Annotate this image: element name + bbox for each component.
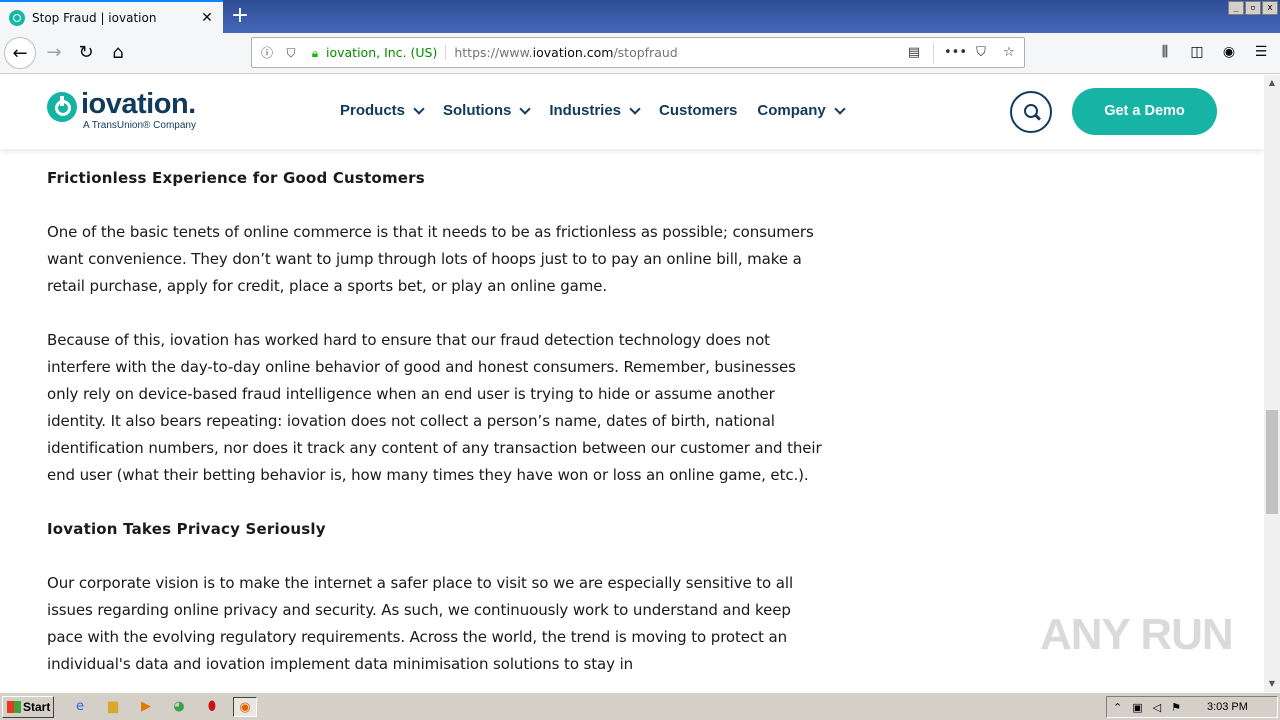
start-button[interactable]: Start [2, 696, 54, 718]
volume-icon[interactable]: ◁ [1153, 701, 1161, 714]
network-icon[interactable]: ▣ [1132, 701, 1142, 714]
media-player-icon[interactable]: ▶ [134, 697, 158, 717]
home-button[interactable]: ⌂ [102, 37, 134, 69]
new-tab-button[interactable]: + [226, 3, 254, 31]
back-button[interactable]: ← [4, 37, 36, 69]
scroll-up-icon[interactable]: ▲ [1264, 75, 1280, 91]
bookmark-star-icon[interactable]: ☆ [1000, 44, 1018, 62]
site-search-button[interactable] [1010, 91, 1052, 133]
menu-item-products[interactable]: Products [340, 102, 425, 119]
chevron-down-icon [629, 102, 641, 115]
action-center-flag-icon[interactable]: ⚑ [1171, 701, 1181, 714]
iovation-favicon-icon [9, 9, 25, 26]
firefox-icon[interactable]: ◉ [233, 697, 257, 717]
info-icon[interactable]: ⓘ [258, 44, 276, 62]
chevron-down-icon [413, 102, 425, 115]
chrome-icon[interactable]: ◕ [167, 697, 191, 717]
menu-icon[interactable]: ☰ [1252, 43, 1270, 61]
site-header: iovation. A TransUnion® Company Products… [0, 75, 1264, 149]
folder-icon[interactable]: ▆ [101, 697, 125, 717]
minimize-button[interactable]: _ [1228, 1, 1244, 15]
article-body: Frictionless Experience for Good Custome… [47, 165, 827, 692]
windows-flag-icon [7, 701, 21, 713]
reader-view-icon[interactable]: ▤ [905, 44, 923, 62]
pocket-icon[interactable]: ⛉ [972, 44, 990, 62]
site-identity[interactable]: iovation, Inc. (US) [326, 45, 447, 60]
lock-icon[interactable]: 🔒︎ [306, 44, 324, 62]
page-actions-icon[interactable]: ••• [944, 44, 967, 62]
clock[interactable]: 3:03 PM [1207, 701, 1248, 713]
windows-taskbar: Start e ▆ ▶ ◕ ⬮ ◉ ⌃ ▣ ◁ ⚑ 3:03 PM [0, 692, 1280, 720]
tray-expand-icon[interactable]: ⌃ [1113, 701, 1122, 714]
url-text[interactable]: https://www.iovation.com/stopfraud [454, 45, 905, 60]
menu-item-industries[interactable]: Industries [549, 102, 641, 119]
sidebar-icon[interactable]: ◫ [1188, 43, 1206, 61]
iovation-logo[interactable]: iovation. A TransUnion® Company [47, 88, 207, 136]
tab-close-icon[interactable]: ✕ [197, 8, 217, 28]
section-heading-privacy: Iovation Takes Privacy Seriously [47, 520, 326, 538]
scroll-down-icon[interactable]: ▼ [1264, 676, 1280, 692]
browser-tab-strip: Stop Fraud | iovation ✕ + _ ▫ x [0, 0, 1280, 33]
paragraph-2: Because of this, iovation has worked har… [47, 331, 822, 484]
page-scrollbar[interactable]: ▲ ▼ [1264, 75, 1280, 692]
browser-navbar: ← → ↻ ⌂ ⓘ ⛉ 🔒︎ iovation, Inc. (US) https… [0, 33, 1280, 74]
window-controls: _ ▫ x [1228, 1, 1278, 15]
opera-icon[interactable]: ⬮ [200, 697, 224, 717]
anyrun-watermark: ANY RUN [1040, 610, 1234, 659]
tab-title: Stop Fraud | iovation [32, 10, 157, 25]
toolbar-right: ⫼ ◫ ◉ ☰ [1156, 43, 1270, 61]
menu-item-solutions[interactable]: Solutions [443, 102, 532, 119]
forward-button[interactable]: → [38, 37, 70, 69]
reload-button[interactable]: ↻ [70, 37, 102, 69]
close-window-button[interactable]: x [1262, 1, 1278, 15]
browser-tab-active[interactable]: Stop Fraud | iovation ✕ [0, 0, 223, 33]
url-separator [933, 42, 934, 63]
chevron-down-icon [834, 102, 846, 115]
page-viewport: iovation. A TransUnion® Company Products… [0, 75, 1264, 692]
logo-tagline: A TransUnion® Company [83, 120, 196, 131]
system-tray: ⌃ ▣ ◁ ⚑ 3:03 PM [1106, 696, 1278, 718]
iovation-logo-icon [47, 92, 77, 122]
quick-launch: e ▆ ▶ ◕ ⬮ ◉ [68, 697, 257, 717]
tracking-shield-icon[interactable]: ⛉ [282, 44, 300, 62]
menu-item-customers[interactable]: Customers [659, 102, 737, 119]
scroll-thumb[interactable] [1266, 410, 1278, 514]
main-menu: Products Solutions Industries Customers … [340, 102, 846, 119]
paragraph-1: One of the basic tenets of online commer… [47, 223, 814, 295]
menu-item-company[interactable]: Company [757, 102, 846, 119]
section-heading-frictionless: Frictionless Experience for Good Custome… [47, 169, 425, 187]
ie-icon[interactable]: e [68, 697, 92, 717]
restore-button[interactable]: ▫ [1245, 1, 1261, 15]
chevron-down-icon [519, 102, 532, 115]
account-icon[interactable]: ◉ [1220, 43, 1238, 61]
get-a-demo-button[interactable]: Get a Demo [1072, 88, 1217, 135]
paragraph-3: Our corporate vision is to make the inte… [47, 574, 794, 673]
logo-wordmark: iovation. [81, 88, 196, 120]
library-icon[interactable]: ⫼ [1156, 43, 1174, 61]
url-bar[interactable]: ⓘ ⛉ 🔒︎ iovation, Inc. (US) https://www.i… [251, 37, 1025, 68]
